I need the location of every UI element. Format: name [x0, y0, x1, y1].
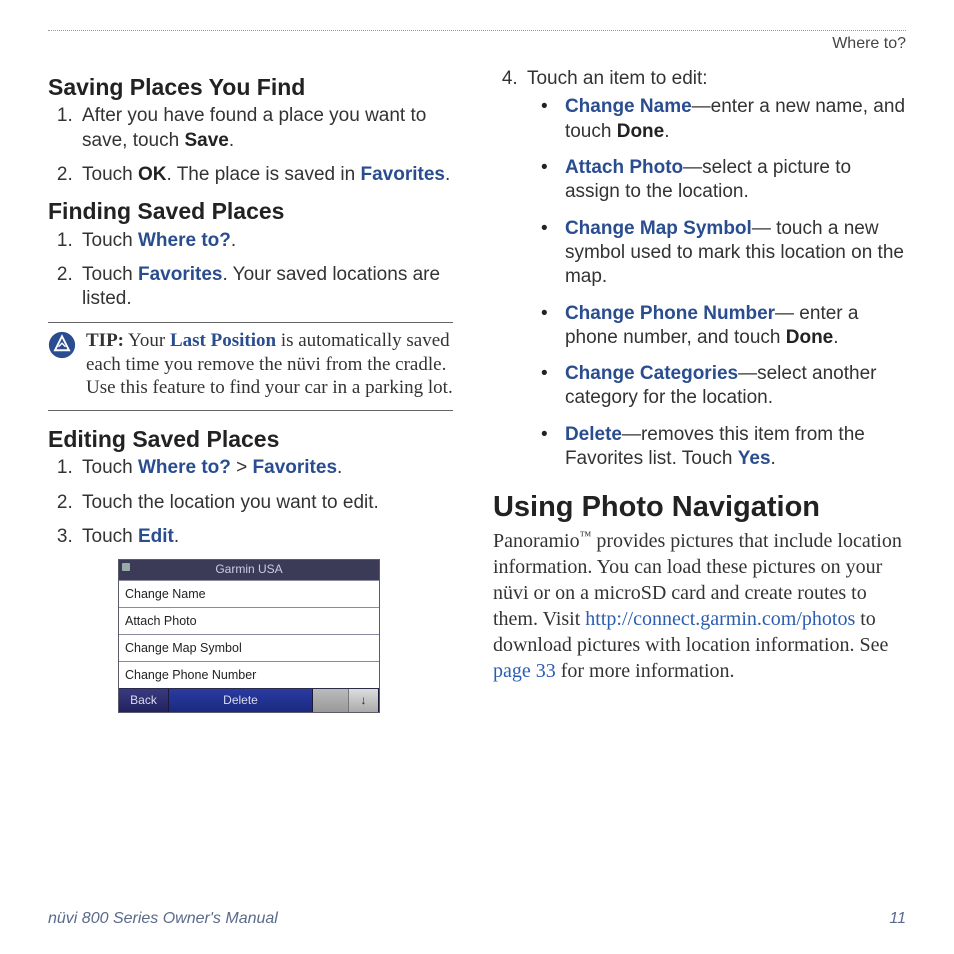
trademark: ™ — [580, 529, 592, 543]
kw-favorites: Favorites — [253, 457, 337, 478]
device-row: Change Name — [119, 580, 379, 607]
link-page-33[interactable]: page 33 — [493, 660, 556, 682]
finding-steps: Touch Where to?. Touch Favorites. Your s… — [48, 229, 453, 312]
option-change-name: Change Name—enter a new name, and touch … — [551, 95, 906, 144]
kw: Change Name — [565, 96, 692, 117]
kw: Change Map Symbol — [565, 218, 752, 239]
device-row: Change Map Symbol — [119, 634, 379, 661]
kw-last-position: Last Position — [170, 330, 276, 351]
running-header: Where to? — [48, 35, 906, 53]
footer-title: nüvi 800 Series Owner's Manual — [48, 910, 278, 928]
kw-ok: OK — [138, 164, 167, 185]
option-delete: Delete—removes this item from the Favori… — [551, 423, 906, 472]
kw-edit: Edit — [138, 526, 174, 547]
heading-photo-navigation: Using Photo Navigation — [493, 489, 906, 526]
heading-editing-places: Editing Saved Places — [48, 425, 453, 454]
text: Touch — [82, 264, 138, 285]
text: . The place is saved in — [166, 164, 360, 185]
kw-done: Done — [786, 327, 834, 348]
editing-step-3: Touch Edit. — [78, 525, 453, 549]
saving-step-2: Touch OK. The place is saved in Favorite… — [78, 163, 453, 187]
kw: Attach Photo — [565, 157, 683, 178]
text: > — [231, 457, 253, 478]
device-screenshot: Garmin USA Change Name Attach Photo Chan… — [118, 559, 380, 712]
heading-finding-places: Finding Saved Places — [48, 197, 453, 226]
kw-yes: Yes — [738, 448, 771, 469]
text: . — [337, 457, 342, 478]
text: After you have found a place you want to… — [82, 105, 426, 150]
content-columns: Saving Places You Find After you have fo… — [48, 67, 906, 713]
saving-steps: After you have found a place you want to… — [48, 104, 453, 187]
left-column: Saving Places You Find After you have fo… — [48, 67, 453, 713]
device-row: Attach Photo — [119, 607, 379, 634]
text: . — [833, 327, 838, 348]
text: Touch — [82, 164, 138, 185]
text: for more information. — [556, 660, 735, 682]
tip-body: TIP: Your Last Position is automatically… — [86, 329, 453, 400]
text: . — [174, 526, 179, 547]
option-change-categories: Change Categories—select another categor… — [551, 362, 906, 411]
text: Your — [124, 330, 170, 351]
tip-box: TIP: Your Last Position is automatically… — [48, 322, 453, 411]
editing-step-4: Touch an item to edit: Change Name—enter… — [523, 67, 906, 471]
page-footer: nüvi 800 Series Owner's Manual 11 — [48, 910, 906, 928]
kw: Delete — [565, 424, 622, 445]
editing-steps-continued: Touch an item to edit: Change Name—enter… — [493, 67, 906, 471]
editing-step-1: Touch Where to? > Favorites. — [78, 456, 453, 480]
device-delete-button: Delete — [169, 689, 313, 712]
photo-navigation-paragraph: Panoramio™ provides pictures that includ… — [493, 528, 906, 684]
text: . — [664, 121, 669, 142]
kw-save: Save — [184, 130, 228, 151]
kw-where-to: Where to? — [138, 457, 231, 478]
right-column: Touch an item to edit: Change Name—enter… — [493, 67, 906, 713]
text: . — [231, 230, 236, 251]
text: . — [445, 164, 450, 185]
device-back-button: Back — [119, 689, 169, 712]
text: Touch an item to edit: — [527, 68, 708, 89]
kw: Change Categories — [565, 363, 738, 384]
heading-saving-places: Saving Places You Find — [48, 73, 453, 102]
saving-step-1: After you have found a place you want to… — [78, 104, 453, 153]
tip-label: TIP: — [86, 330, 124, 351]
tip-icon — [48, 331, 76, 359]
kw-favorites: Favorites — [360, 164, 444, 185]
option-change-map-symbol: Change Map Symbol— touch a new symbol us… — [551, 217, 906, 290]
finding-step-1: Touch Where to?. — [78, 229, 453, 253]
kw: Change Phone Number — [565, 303, 775, 324]
text: Touch — [82, 457, 138, 478]
text: Touch — [82, 526, 138, 547]
footer-page-number: 11 — [889, 910, 906, 928]
device-title: Garmin USA — [119, 560, 379, 579]
link-garmin-photos[interactable]: http://connect.garmin.com/photos — [585, 608, 855, 630]
edit-options: Change Name—enter a new name, and touch … — [527, 95, 906, 471]
text: Touch — [82, 230, 138, 251]
device-spacer — [313, 689, 349, 712]
device-row: Change Phone Number — [119, 661, 379, 688]
text: . — [771, 448, 776, 469]
kw-where-to: Where to? — [138, 230, 231, 251]
editing-step-2: Touch the location you want to edit. — [78, 491, 453, 515]
text: Panoramio — [493, 530, 580, 552]
option-attach-photo: Attach Photo—select a picture to assign … — [551, 156, 906, 205]
kw-done: Done — [617, 121, 665, 142]
device-down-button: ↓ — [349, 689, 379, 712]
editing-steps: Touch Where to? > Favorites. Touch the l… — [48, 456, 453, 549]
option-change-phone-number: Change Phone Number— enter a phone numbe… — [551, 302, 906, 351]
text: . — [229, 130, 234, 151]
device-footer: Back Delete ↓ — [119, 688, 379, 712]
finding-step-2: Touch Favorites. Your saved locations ar… — [78, 263, 453, 312]
kw-favorites: Favorites — [138, 264, 222, 285]
header-rule — [48, 30, 906, 31]
